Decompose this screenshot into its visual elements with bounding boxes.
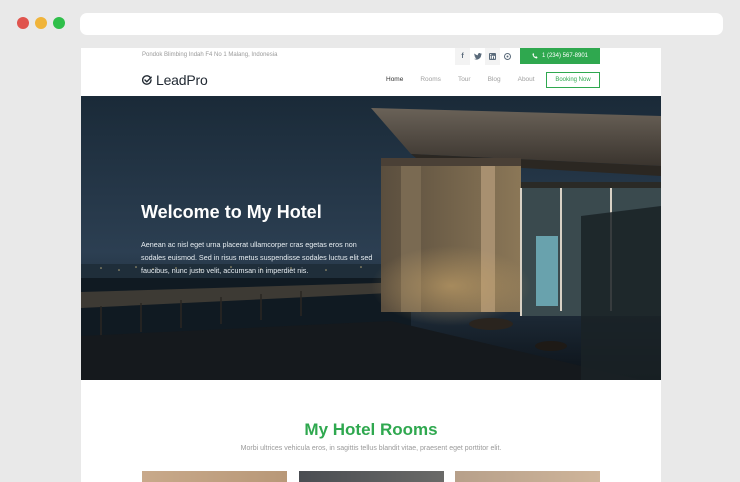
window-controls (17, 17, 65, 29)
hero-title: Welcome to My Hotel (141, 202, 322, 222)
nav-item-about[interactable]: About (518, 76, 535, 83)
room-card-1[interactable] (142, 471, 287, 482)
hero-description: Aenean ac nisl eget urna placerat ullamc… (141, 240, 373, 275)
dribbble-icon[interactable] (500, 48, 515, 65)
maximize-window-dot[interactable] (53, 17, 65, 29)
site-logo[interactable]: LeadPro (142, 72, 208, 88)
social-links: f (455, 48, 515, 65)
hero-banner: Welcome to My Hotel Aenean ac nisl eget … (81, 96, 661, 380)
top-bar: Pondok Blimbing Indah F4 No 1 Malang, In… (81, 48, 661, 65)
logo-check-icon (142, 75, 152, 85)
nav-item-rooms[interactable]: Rooms (420, 76, 441, 83)
nav-item-tour[interactable]: Tour (458, 76, 471, 83)
linkedin-icon[interactable] (485, 48, 500, 65)
rooms-section-title: My Hotel Rooms (304, 420, 438, 439)
address-text: Pondok Blimbing Indah F4 No 1 Malang, In… (142, 52, 278, 58)
address-bar[interactable] (80, 13, 723, 35)
room-card-3[interactable] (455, 471, 600, 482)
phone-number: 1 (234) 567-8901 (541, 53, 589, 59)
phone-button[interactable]: 1 (234) 567-8901 (520, 48, 600, 64)
facebook-icon[interactable]: f (455, 48, 470, 65)
nav-item-home[interactable]: Home (386, 76, 403, 83)
web-page: Pondok Blimbing Indah F4 No 1 Malang, In… (81, 48, 661, 482)
nav-menu: Home Rooms Tour Blog About (386, 76, 552, 83)
close-window-dot[interactable] (17, 17, 29, 29)
logo-text: LeadPro (156, 72, 208, 88)
twitter-icon[interactable] (470, 48, 485, 65)
room-card-2[interactable] (299, 471, 444, 482)
main-nav: LeadPro Home Rooms Tour Blog About Booki… (81, 65, 661, 96)
rooms-section-subtitle: Morbi ultrices vehicula eros, in sagitti… (240, 445, 502, 452)
nav-item-blog[interactable]: Blog (488, 76, 501, 83)
phone-icon (532, 53, 538, 59)
minimize-window-dot[interactable] (35, 17, 47, 29)
booking-now-button[interactable]: Booking Now (546, 72, 600, 88)
